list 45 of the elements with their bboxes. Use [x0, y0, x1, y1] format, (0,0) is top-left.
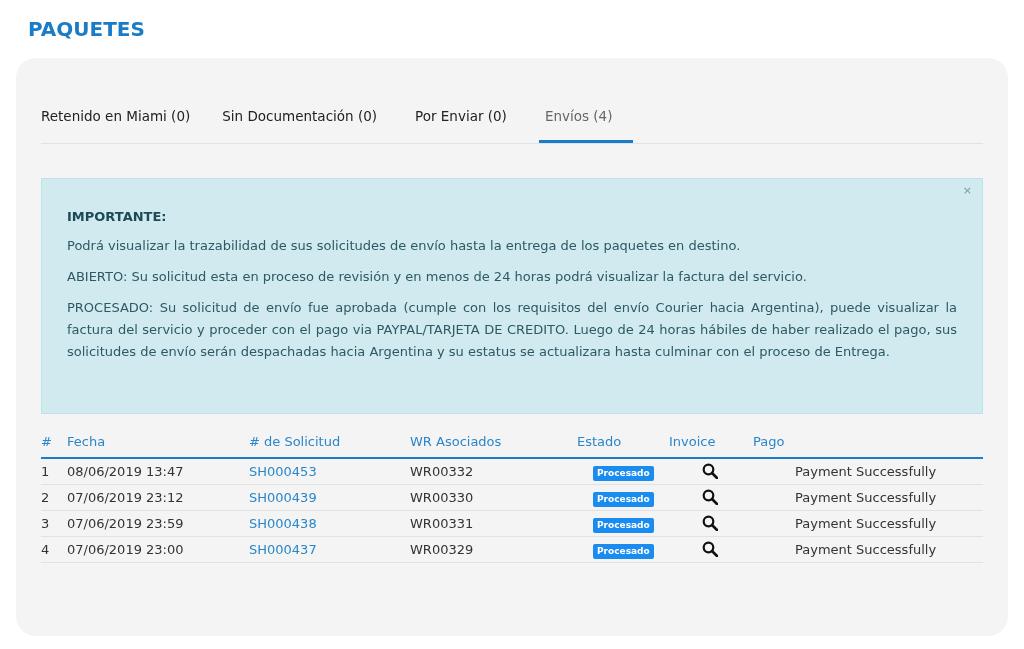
alert-paragraph: Podrá visualizar la trazabilidad de sus solicitudes de envío hasta la entrega de los paquetes en destino. [67, 236, 742, 255]
table-cell-text: 07/06/2019 23:59 [67, 514, 184, 533]
table-cell-text: Payment Successfully [795, 540, 937, 559]
table-cell-text: WR00330 [410, 488, 474, 507]
alert-paragraph: ABIERTO: Su solicitud esta en proceso de revisión y en menos de 24 horas podrá visualizar la factura del servicio. [67, 267, 808, 286]
table-cell-text: Payment Successfully [795, 488, 937, 507]
alert-paragraph: PROCESADO: Su solicitud de envío fue aprobada (cumple con los requisitos del envío Courier hacia Argentina), puede visualizar la factura del servicio y proceder con el pago via PAYPAL/TARJETA DE CREDITO. Luego de 24 horas hábiles de haber realizado el pago, sus solicitudes de envío serán despachadas hacia Argentina y su estatus se actualizara hasta culminar con el proceso de Entrega. [67, 298, 957, 361]
tab[interactable]: Por Enviar (0) [409, 106, 513, 144]
column-header: WR Asociados [410, 433, 502, 452]
status-badge: Procesado [593, 465, 654, 481]
table-cell-text: 4 [41, 540, 50, 559]
column-header: Fecha [67, 433, 106, 452]
table-cell-text: Payment Successfully [795, 462, 937, 481]
status-badge: Procesado [593, 491, 654, 507]
search-icon[interactable] [702, 463, 718, 480]
table-cell-text: 2 [41, 488, 50, 507]
request-link[interactable]: SH000453 [249, 461, 317, 481]
table-cell-text: WR00329 [410, 540, 474, 559]
tab[interactable]: Retenido en Miami (0) [41, 106, 191, 144]
page-title: PAQUETES [28, 16, 145, 43]
column-header: Pago [753, 433, 785, 452]
column-header: Estado [577, 433, 622, 452]
close-button[interactable]: × [962, 183, 972, 200]
table-cell-text: WR00331 [410, 514, 474, 533]
table-cell-text: 07/06/2019 23:00 [67, 540, 184, 559]
table-cell-text: 07/06/2019 23:12 [67, 488, 184, 507]
column-header: # [41, 433, 52, 452]
search-icon[interactable] [702, 541, 718, 558]
request-link[interactable]: SH000438 [249, 513, 317, 533]
table-cell-text: 08/06/2019 13:47 [67, 462, 184, 481]
search-icon[interactable] [702, 515, 718, 532]
tab[interactable]: Envíos (4) [538, 106, 633, 144]
column-header: Invoice [669, 433, 716, 452]
alert-heading: IMPORTANTE: [67, 208, 167, 227]
table-cell-text: 1 [41, 462, 50, 481]
request-link[interactable]: SH000439 [249, 487, 317, 507]
search-icon[interactable] [702, 489, 718, 506]
column-header: # de Solicitud [249, 433, 341, 452]
table-cell-text: Payment Successfully [795, 514, 937, 533]
table-cell-text: 3 [41, 514, 50, 533]
request-link[interactable]: SH000437 [249, 539, 317, 559]
tab[interactable]: Sin Documentación (0) [216, 106, 384, 144]
status-badge: Procesado [593, 543, 654, 559]
status-badge: Procesado [593, 517, 654, 533]
table-cell-text: WR00332 [410, 462, 474, 481]
